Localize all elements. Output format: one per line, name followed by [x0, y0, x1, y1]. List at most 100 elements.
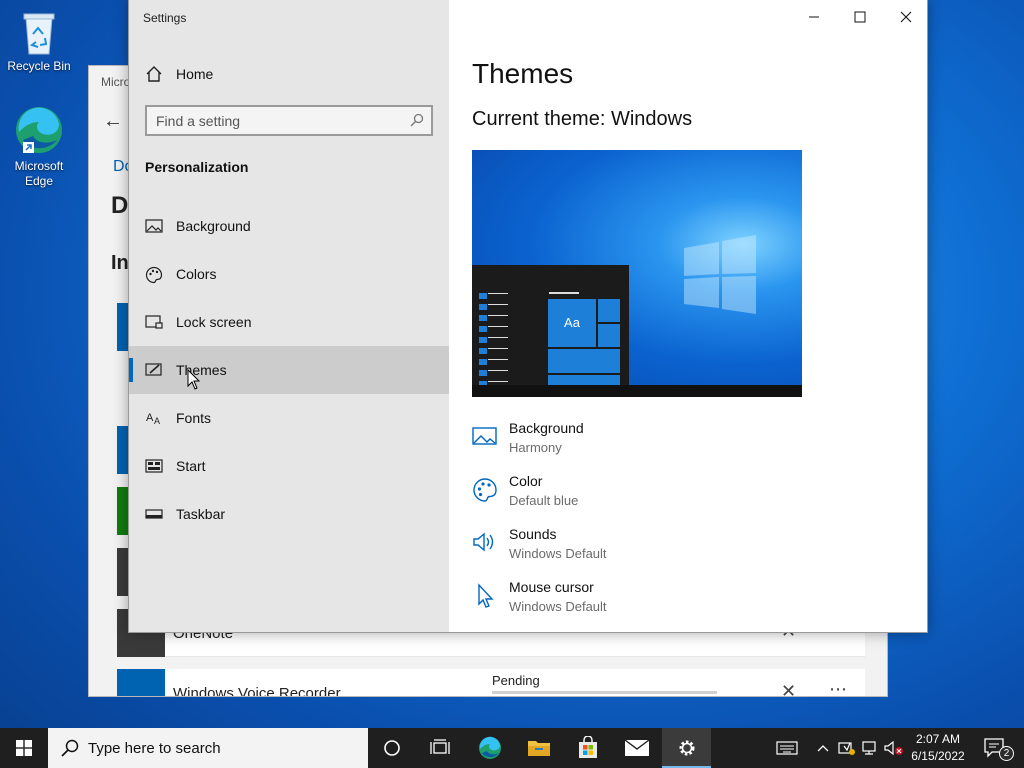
edge-icon — [479, 736, 501, 759]
start-menu-preview: Aa — [472, 265, 629, 385]
back-arrow-icon[interactable]: ← — [103, 110, 123, 133]
page-title: Themes — [472, 58, 574, 89]
taskbar-search-box[interactable]: Type here to search — [48, 728, 368, 768]
fonts-icon: AA — [146, 412, 160, 426]
sidebar-item-label: Colors — [176, 266, 217, 282]
settings-window[interactable]: Settings Home Personalization Background… — [128, 0, 928, 633]
app-name: Windows Voice Recorder — [173, 685, 341, 697]
theme-property-mouse-cursor[interactable]: Mouse cursor Windows Default — [472, 579, 872, 627]
close-button[interactable] — [883, 0, 929, 34]
window-title: Settings — [143, 11, 187, 25]
find-setting-search[interactable] — [145, 105, 433, 136]
search-icon[interactable] — [409, 112, 425, 128]
cursor-icon — [478, 583, 494, 608]
sidebar-item-label: Background — [176, 218, 251, 234]
lock-screen-icon — [145, 315, 163, 329]
current-theme-heading: Current theme: Windows — [472, 108, 693, 130]
sidebar-item-label: Taskbar — [176, 506, 226, 522]
svg-text:A: A — [146, 412, 154, 424]
tray-sync-button[interactable] — [836, 728, 858, 768]
task-view-button[interactable] — [416, 728, 464, 768]
theme-property-sounds[interactable]: Sounds Windows Default — [472, 526, 872, 574]
window-title: Micro — [101, 75, 131, 89]
list-item[interactable]: Windows Voice Recorder ✕ ⋯ — [117, 669, 865, 697]
sidebar-item-label: Home — [176, 66, 214, 82]
sidebar-item-fonts[interactable]: AA Fonts — [129, 394, 449, 442]
minimize-icon — [809, 16, 819, 18]
network-button[interactable] — [860, 728, 882, 768]
search-icon — [61, 739, 79, 757]
taskbar-edge[interactable] — [466, 728, 514, 768]
volume-muted-icon — [884, 740, 903, 756]
download-progress — [492, 691, 717, 694]
sidebar-item-background[interactable]: Background — [129, 202, 449, 250]
chevron-up-icon — [817, 745, 829, 752]
property-name: Mouse cursor — [509, 579, 594, 595]
sidebar-item-start[interactable]: Start — [129, 442, 449, 490]
taskbar-clock[interactable]: 2:07 AM 6/15/2022 — [906, 731, 970, 765]
taskbar-file-explorer[interactable] — [515, 728, 563, 768]
close-icon[interactable]: ✕ — [781, 681, 796, 696]
theme-property-background[interactable]: Background Harmony — [472, 420, 872, 468]
palette-icon — [145, 266, 163, 284]
sidebar-item-taskbar[interactable]: Taskbar — [129, 490, 449, 538]
preview-tile: Aa — [548, 299, 596, 347]
taskbar-icon — [145, 509, 163, 519]
mouse-pointer-icon — [187, 369, 201, 390]
property-value: Windows Default — [509, 599, 607, 614]
taskbar-mail[interactable] — [613, 728, 661, 768]
sidebar-item-lock-screen[interactable]: Lock screen — [129, 298, 449, 346]
sync-alert-icon — [838, 742, 855, 755]
themes-icon — [145, 363, 162, 376]
preview-tile-label: Aa — [564, 315, 580, 330]
touch-keyboard-button[interactable] — [770, 728, 804, 768]
download-status: Pending — [492, 673, 540, 688]
minimize-button[interactable] — [791, 0, 837, 34]
volume-button[interactable] — [883, 728, 905, 768]
settings-sidebar: Settings Home Personalization Background… — [129, 0, 449, 632]
sidebar-item-label: Fonts — [176, 410, 212, 426]
clock-time: 2:07 AM — [915, 732, 961, 746]
desktop-icon-recycle-bin[interactable]: Recycle Bin — [4, 8, 74, 74]
keyboard-icon — [776, 741, 798, 755]
svg-text:A: A — [154, 416, 160, 426]
picture-icon — [145, 219, 163, 233]
cortana-button[interactable] — [368, 728, 416, 768]
sidebar-item-themes[interactable]: Themes — [129, 346, 449, 394]
maximize-icon — [854, 11, 866, 23]
speaker-icon — [473, 532, 494, 552]
property-name: Background — [509, 420, 584, 436]
sidebar-item-label: Lock screen — [176, 314, 252, 330]
page-heading: D — [111, 192, 129, 219]
network-icon — [862, 741, 876, 755]
show-hidden-icons-button[interactable] — [812, 728, 834, 768]
start-icon — [145, 459, 163, 473]
folder-icon — [528, 741, 550, 756]
store-icon — [579, 736, 597, 758]
picture-icon — [472, 427, 497, 445]
more-options-icon[interactable]: ⋯ — [829, 679, 847, 696]
taskbar-settings[interactable] — [662, 728, 711, 768]
desktop-icon-edge[interactable]: Microsoft Edge — [4, 104, 74, 189]
desktop-icon-label: Recycle Bin — [7, 59, 71, 73]
property-name: Sounds — [509, 526, 557, 542]
action-center-button[interactable]: 2 — [976, 728, 1016, 768]
maximize-button[interactable] — [837, 0, 883, 34]
taskbar-store[interactable] — [564, 728, 612, 768]
theme-property-color[interactable]: Color Default blue — [472, 473, 872, 521]
sidebar-item-colors[interactable]: Colors — [129, 250, 449, 298]
property-name: Color — [509, 473, 543, 489]
palette-icon — [473, 478, 497, 502]
taskbar: Type here to search 2:07 AM 6/15/2022 2 — [0, 728, 1024, 768]
section-title: Personalization — [145, 159, 249, 175]
start-button[interactable] — [0, 728, 48, 768]
search-placeholder: Type here to search — [88, 740, 221, 757]
app-tile — [117, 669, 165, 696]
theme-preview: Aa — [472, 150, 802, 397]
task-view-icon — [430, 739, 450, 754]
sidebar-item-label: Themes — [176, 362, 227, 378]
section-heading: In — [111, 252, 129, 274]
search-input[interactable] — [147, 107, 403, 134]
notification-count-badge: 2 — [999, 746, 1014, 761]
sidebar-item-home[interactable]: Home — [129, 54, 449, 94]
